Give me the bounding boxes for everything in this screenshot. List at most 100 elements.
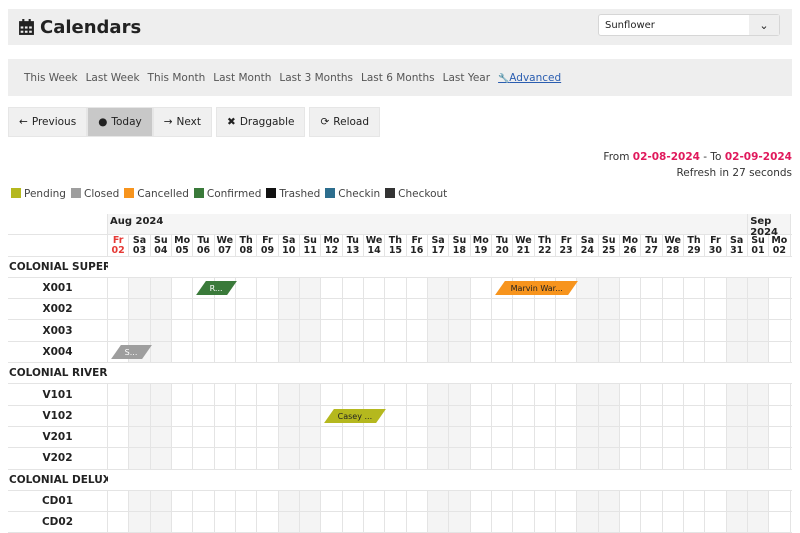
day-cell[interactable]: [471, 341, 492, 363]
day-cell[interactable]: [620, 299, 642, 320]
day-cell[interactable]: [278, 490, 300, 512]
day-cell[interactable]: [449, 341, 471, 363]
day-cell[interactable]: [129, 448, 151, 469]
day-cell[interactable]: [299, 448, 322, 469]
day-cell[interactable]: [747, 299, 770, 320]
day-cell[interactable]: [577, 277, 599, 299]
day-cell[interactable]: [150, 512, 172, 533]
day-cell[interactable]: [769, 512, 791, 533]
day-cell[interactable]: [321, 512, 343, 533]
day-cell[interactable]: [492, 448, 514, 469]
day-cell[interactable]: [620, 426, 642, 448]
day-cell[interactable]: [641, 490, 663, 512]
day-cell[interactable]: [492, 384, 514, 405]
day-cell[interactable]: [407, 448, 428, 469]
advanced-link[interactable]: 🔧Advanced: [498, 72, 561, 84]
day-cell[interactable]: [364, 299, 386, 320]
day-cell[interactable]: [726, 512, 748, 533]
day-cell[interactable]: [343, 490, 364, 512]
day-cell[interactable]: [726, 405, 748, 426]
day-cell[interactable]: [278, 448, 300, 469]
day-cell[interactable]: [364, 384, 386, 405]
day-cell[interactable]: [556, 384, 578, 405]
day-cell[interactable]: [577, 426, 599, 448]
day-cell[interactable]: [598, 448, 620, 469]
day-cell[interactable]: [257, 277, 279, 299]
day-cell[interactable]: [236, 320, 258, 341]
day-cell[interactable]: [193, 299, 215, 320]
day-cell[interactable]: [663, 426, 684, 448]
day-cell[interactable]: [556, 448, 578, 469]
day-cell[interactable]: [385, 405, 407, 426]
day-cell[interactable]: [726, 448, 748, 469]
day-cell[interactable]: [343, 299, 364, 320]
day-cell[interactable]: [705, 512, 727, 533]
day-cell[interactable]: [705, 448, 727, 469]
day-cell[interactable]: [535, 405, 556, 426]
day-cell[interactable]: [598, 277, 620, 299]
day-cell[interactable]: [747, 384, 770, 405]
day-cell[interactable]: [705, 384, 727, 405]
day-cell[interactable]: [556, 512, 578, 533]
day-cell[interactable]: [299, 341, 322, 363]
day-cell[interactable]: [684, 512, 706, 533]
day-cell[interactable]: [108, 384, 130, 405]
day-cell[interactable]: [747, 405, 770, 426]
day-cell[interactable]: [193, 426, 215, 448]
day-cell[interactable]: [150, 341, 172, 363]
day-cell[interactable]: [492, 426, 514, 448]
range-link[interactable]: Last 3 Months: [279, 72, 353, 84]
day-cell[interactable]: [193, 320, 215, 341]
day-cell[interactable]: [215, 405, 236, 426]
day-cell[interactable]: [215, 341, 236, 363]
day-cell[interactable]: [471, 277, 492, 299]
day-cell[interactable]: [705, 405, 727, 426]
day-cell[interactable]: [150, 320, 172, 341]
day-cell[interactable]: [278, 277, 300, 299]
day-cell[interactable]: [427, 512, 450, 533]
day-cell[interactable]: [385, 512, 407, 533]
day-cell[interactable]: [726, 490, 748, 512]
day-cell[interactable]: [535, 384, 556, 405]
day-cell[interactable]: [427, 341, 450, 363]
day-cell[interactable]: [236, 277, 258, 299]
day-cell[interactable]: [449, 490, 471, 512]
day-cell[interactable]: [129, 490, 151, 512]
day-cell[interactable]: [129, 320, 151, 341]
day-cell[interactable]: [684, 341, 706, 363]
day-cell[interactable]: [577, 448, 599, 469]
day-cell[interactable]: [598, 341, 620, 363]
day-cell[interactable]: [620, 341, 642, 363]
day-cell[interactable]: [769, 405, 791, 426]
booking-bar[interactable]: Casey ...: [324, 409, 387, 424]
property-select[interactable]: Sunflower ⌄: [598, 14, 780, 36]
day-cell[interactable]: [663, 299, 684, 320]
day-cell[interactable]: [513, 512, 535, 533]
day-cell[interactable]: [172, 299, 194, 320]
day-cell[interactable]: [193, 512, 215, 533]
day-cell[interactable]: [620, 405, 642, 426]
day-cell[interactable]: [535, 490, 556, 512]
day-cell[interactable]: [427, 299, 450, 320]
day-cell[interactable]: [684, 277, 706, 299]
day-cell[interactable]: [427, 277, 450, 299]
day-cell[interactable]: [705, 490, 727, 512]
day-cell[interactable]: [747, 490, 770, 512]
day-cell[interactable]: [513, 299, 535, 320]
day-cell[interactable]: [747, 448, 770, 469]
day-cell[interactable]: [343, 448, 364, 469]
day-cell[interactable]: [769, 384, 791, 405]
day-cell[interactable]: [663, 405, 684, 426]
day-cell[interactable]: [492, 320, 514, 341]
day-cell[interactable]: [641, 448, 663, 469]
day-cell[interactable]: [513, 490, 535, 512]
day-cell[interactable]: [364, 320, 386, 341]
day-cell[interactable]: [108, 299, 130, 320]
day-cell[interactable]: [492, 490, 514, 512]
day-cell[interactable]: [769, 320, 791, 341]
day-cell[interactable]: [471, 490, 492, 512]
day-cell[interactable]: [684, 320, 706, 341]
day-cell[interactable]: [129, 405, 151, 426]
day-cell[interactable]: [215, 299, 236, 320]
day-cell[interactable]: [684, 448, 706, 469]
